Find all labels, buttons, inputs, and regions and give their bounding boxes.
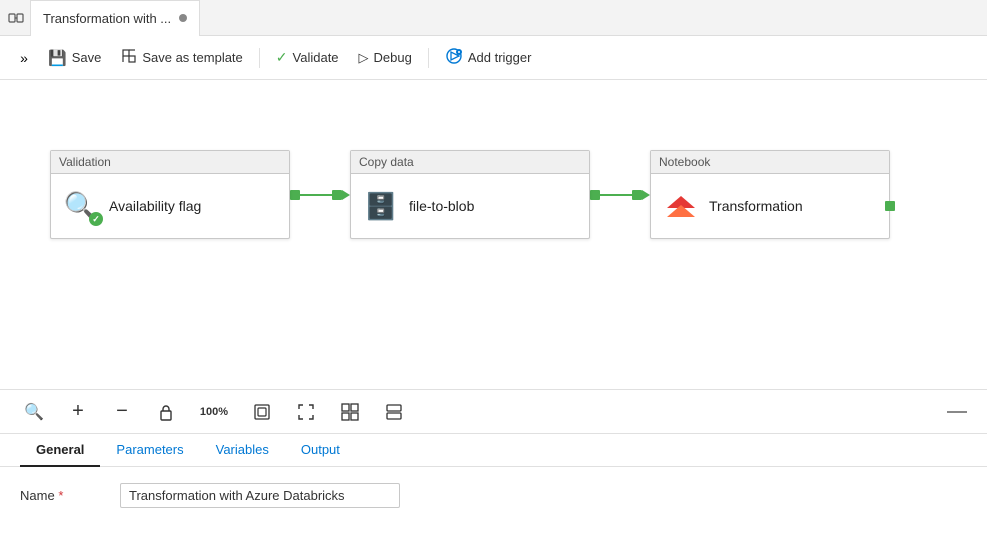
tab-title: Transformation with ... bbox=[43, 11, 171, 26]
node-validation-header: Validation bbox=[51, 151, 289, 174]
node-validation[interactable]: Validation 🔍 ✓ Availability flag bbox=[50, 150, 290, 239]
save-icon: 💾 bbox=[48, 49, 67, 67]
collapse-toggle[interactable]: » bbox=[12, 46, 36, 70]
canvas-bottom-toolbar: 🔍 + − 100% bbox=[0, 390, 987, 434]
node-validation-wrapper: Validation 🔍 ✓ Availability flag bbox=[50, 150, 290, 239]
trigger-icon bbox=[445, 47, 463, 68]
tab-output[interactable]: Output bbox=[285, 434, 356, 467]
node-copy-header: Copy data bbox=[351, 151, 589, 174]
name-input[interactable] bbox=[120, 483, 400, 508]
check-badge: ✓ bbox=[89, 212, 103, 226]
fullscreen-button[interactable] bbox=[292, 398, 320, 426]
tab-parameters[interactable]: Parameters bbox=[100, 434, 199, 467]
node-copy[interactable]: Copy data 🗄️ file-to-blob bbox=[350, 150, 590, 239]
arrow-2 bbox=[590, 190, 650, 200]
pipeline-canvas[interactable]: Validation 🔍 ✓ Availability flag bbox=[0, 80, 987, 390]
tab-modified-dot bbox=[179, 14, 187, 22]
save-template-icon bbox=[121, 48, 137, 67]
arrow-dot-left-1 bbox=[290, 190, 300, 200]
node-notebook-header: Notebook bbox=[651, 151, 889, 174]
layers-button[interactable] bbox=[380, 398, 408, 426]
zoom-100-button[interactable]: 100% bbox=[196, 398, 232, 426]
minimize-handle[interactable] bbox=[947, 411, 967, 413]
databricks-mid-triangle bbox=[667, 205, 695, 217]
copy-data-icon: 🗄️ bbox=[363, 188, 399, 224]
arrow-1 bbox=[290, 190, 350, 200]
properties-content: Name * bbox=[0, 467, 987, 524]
tab-general[interactable]: General bbox=[20, 434, 100, 467]
node-notebook-label: Transformation bbox=[709, 198, 803, 214]
validate-button[interactable]: ✓ Validate bbox=[268, 45, 347, 70]
properties-panel: General Parameters Variables Output Name… bbox=[0, 434, 987, 524]
node-copy-body: 🗄️ file-to-blob bbox=[351, 174, 589, 238]
pipeline-tab[interactable]: Transformation with ... bbox=[30, 0, 200, 36]
toolbar-divider-2 bbox=[428, 48, 429, 68]
node-notebook-output-stub bbox=[885, 201, 895, 211]
arrow-dot-right-1 bbox=[332, 190, 342, 200]
node-validation-body: 🔍 ✓ Availability flag bbox=[51, 174, 289, 238]
tab-bar: Transformation with ... bbox=[0, 0, 987, 36]
node-copy-wrapper: Copy data 🗄️ file-to-blob bbox=[350, 150, 590, 239]
arrow-line-1 bbox=[300, 194, 332, 196]
debug-button[interactable]: ▷ Debug bbox=[351, 46, 420, 70]
save-button[interactable]: 💾 Save bbox=[40, 45, 109, 71]
validation-icon: 🔍 ✓ bbox=[63, 188, 99, 224]
main-toolbar: » 💾 Save Save as template ✓ Validate ▷ D… bbox=[0, 36, 987, 80]
name-field-row: Name * bbox=[20, 483, 967, 508]
node-notebook-wrapper: Notebook Transformation bbox=[650, 150, 890, 239]
validate-icon: ✓ bbox=[276, 49, 288, 66]
arrow-head-2 bbox=[642, 190, 650, 200]
search-tool-button[interactable]: 🔍 bbox=[20, 398, 48, 426]
arrow-line-2 bbox=[600, 194, 632, 196]
databricks-icon bbox=[663, 188, 699, 224]
fit-page-button[interactable] bbox=[248, 398, 276, 426]
node-copy-label: file-to-blob bbox=[409, 198, 474, 214]
name-field-label: Name * bbox=[20, 488, 100, 503]
arrow-head-1 bbox=[342, 190, 350, 200]
pipeline-tab-icon bbox=[8, 10, 24, 26]
pipeline-nodes: Validation 🔍 ✓ Availability flag bbox=[50, 150, 890, 239]
tab-variables[interactable]: Variables bbox=[200, 434, 285, 467]
lock-button[interactable] bbox=[152, 398, 180, 426]
arrow-dot-right-2 bbox=[632, 190, 642, 200]
debug-icon: ▷ bbox=[359, 50, 369, 66]
arrow-dot-left-2 bbox=[590, 190, 600, 200]
properties-tab-strip: General Parameters Variables Output bbox=[0, 434, 987, 467]
node-validation-label: Availability flag bbox=[109, 198, 201, 214]
required-star: * bbox=[58, 488, 63, 503]
node-notebook[interactable]: Notebook Transformation bbox=[650, 150, 890, 239]
save-as-template-button[interactable]: Save as template bbox=[113, 44, 250, 71]
add-trigger-button[interactable]: Add trigger bbox=[437, 43, 540, 72]
node-notebook-body: Transformation bbox=[651, 174, 889, 238]
toolbar-divider-1 bbox=[259, 48, 260, 68]
zoom-out-button[interactable]: − bbox=[108, 398, 136, 426]
zoom-in-button[interactable]: + bbox=[64, 398, 92, 426]
auto-layout-button[interactable] bbox=[336, 398, 364, 426]
